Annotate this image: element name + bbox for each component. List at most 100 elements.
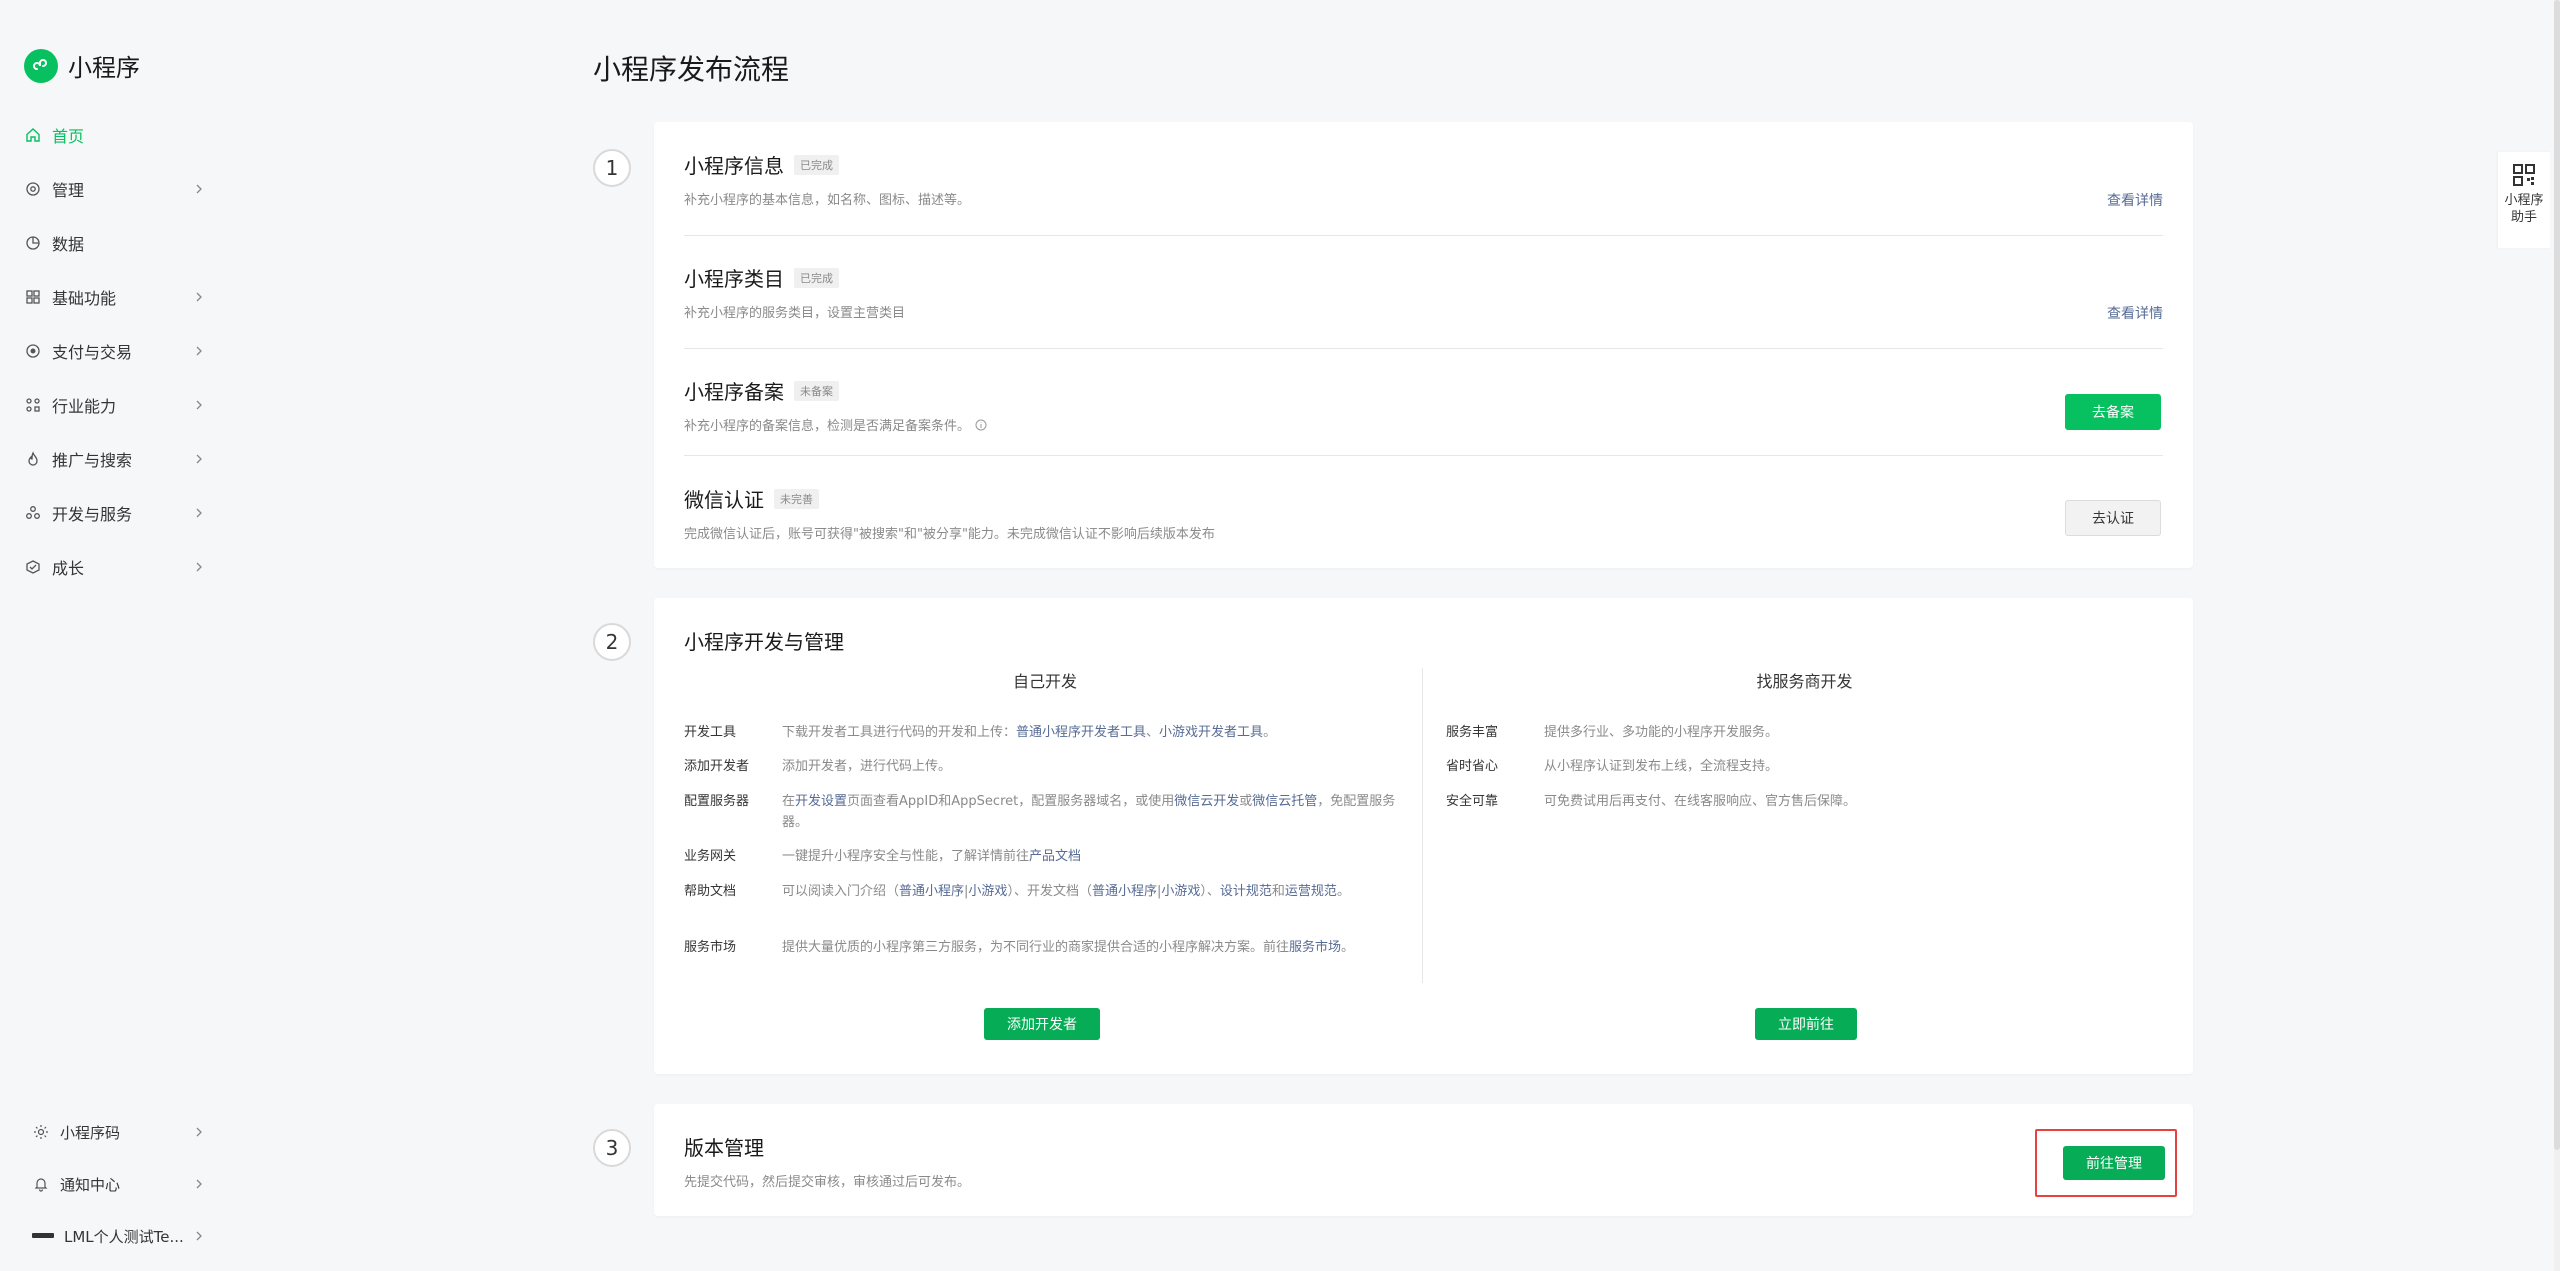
view-details-link[interactable]: 查看详情 [2107, 190, 2163, 210]
chevron-right-icon [196, 1179, 202, 1189]
row-description: 补充小程序的服务类目，设置主营类目 [684, 306, 906, 321]
vendor-dev-column: 找服务商开发 [1446, 668, 2163, 692]
column-heading: 自己开发 [1012, 672, 1077, 691]
row-miniprogram-filing: 小程序备案 未备案 补充小程序的备案信息，检测是否满足备案条件。 [684, 376, 2163, 436]
link-design-spec[interactable]: 设计规范 [1220, 884, 1272, 899]
row-title: 小程序信息 [684, 154, 784, 178]
row-description: 补充小程序的基本信息，如名称、图标、描述等。 [684, 193, 971, 208]
step-number-3: 3 [593, 1129, 631, 1167]
sidebar: 小程序 首页 管理 数据 基础功能 支付与交易 行业能力 推广与搜索 开发与服务… [0, 0, 232, 1271]
row-title: 版本管理 [684, 1136, 764, 1160]
kv-dev-tools: 开发工具 下载开发者工具进行代码的开发和上传：普通小程序开发者工具、小游戏开发者… [684, 725, 1277, 740]
link-intro-miniprogram[interactable]: 普通小程序 [899, 884, 964, 899]
divider [684, 455, 2163, 456]
link-cloud-dev[interactable]: 微信云开发 [1174, 794, 1239, 809]
card-title: 小程序开发与管理 [684, 630, 844, 654]
kv-save-time: 省时省心 从小程序认证到发布上线，全流程支持。 [1446, 759, 1779, 774]
kv-help-docs: 帮助文档 可以阅读入门介绍（普通小程序|小游戏）、开发文档（普通小程序|小游戏）… [684, 884, 1350, 899]
dev-icon [24, 504, 42, 522]
link-cloud-hosting[interactable]: 微信云托管 [1252, 794, 1317, 809]
card-dev-management: 小程序开发与管理 自己开发 开发工具 下载开发者工具进行代码的开发和上传：普通小… [654, 598, 2193, 1074]
sidebar-item-dev-services[interactable]: 开发与服务 [24, 486, 204, 540]
add-developer-button[interactable]: 添加开发者 [984, 1008, 1100, 1040]
link-miniprogram-devtools[interactable]: 普通小程序开发者工具 [1016, 725, 1146, 740]
sidebar-item-label: LML个人测试Te... [64, 1227, 184, 1246]
step-number-1: 1 [593, 149, 631, 187]
kv-add-developer: 添加开发者 添加开发者，进行代码上传。 [684, 759, 952, 774]
row-wechat-verification: 微信认证 未完善 完成微信认证后，账号可获得"被搜索"和"被分享"能力。未完成微信… [684, 484, 2163, 544]
account-logo-icon [32, 1227, 54, 1245]
scrollbar-thumb[interactable] [2554, 0, 2560, 1150]
grid-icon [24, 288, 42, 306]
divider [684, 348, 2163, 349]
brand[interactable]: 小程序 [24, 48, 140, 83]
row-miniprogram-info: 小程序信息 已完成 补充小程序的基本信息，如名称、图标、描述等。 查看详情 [684, 150, 2163, 210]
sidebar-item-notifications[interactable]: 通知中心 [32, 1158, 204, 1210]
sidebar-item-home[interactable]: 首页 [24, 108, 204, 162]
scrollbar[interactable] [2554, 0, 2560, 1271]
qr-code-icon [2513, 164, 2535, 186]
sidebar-item-label: 小程序码 [60, 1123, 121, 1142]
chevron-right-icon [196, 292, 202, 302]
self-dev-column: 自己开发 [684, 668, 1406, 692]
flame-icon [24, 450, 42, 468]
sidebar-item-data[interactable]: 数据 [24, 216, 204, 270]
status-badge: 未备案 [794, 380, 839, 401]
page-title: 小程序发布流程 [593, 53, 790, 86]
assistant-label: 小程序助手 [2504, 193, 2544, 225]
sidebar-item-payment[interactable]: 支付与交易 [24, 324, 204, 378]
kv-business-gateway: 业务网关 一键提升小程序安全与性能，了解详情前往产品文档 [684, 849, 1082, 864]
sidebar-item-industry[interactable]: 行业能力 [24, 378, 204, 432]
kv-service-market: 服务市场 提供大量优质的小程序第三方服务，为不同行业的商家提供合适的小程序解决方… [684, 940, 1355, 955]
settings-icon [24, 180, 42, 198]
sidebar-item-promotion[interactable]: 推广与搜索 [24, 432, 204, 486]
miniprogram-assistant[interactable]: 小程序助手 [2498, 152, 2550, 248]
chevron-right-icon [196, 1127, 202, 1137]
column-divider [1422, 668, 1423, 983]
link-operation-spec[interactable]: 运营规范 [1285, 884, 1337, 899]
link-intro-minigame[interactable]: 小游戏 [968, 884, 1007, 899]
sidebar-item-qrcode[interactable]: 小程序码 [32, 1106, 204, 1158]
brand-name: 小程序 [68, 54, 140, 82]
sidebar-nav: 首页 管理 数据 基础功能 支付与交易 行业能力 推广与搜索 开发与服务 成长 [24, 108, 204, 594]
sidebar-item-label: 数据 [52, 235, 85, 254]
home-icon [24, 126, 42, 144]
link-docs-miniprogram[interactable]: 普通小程序 [1092, 884, 1157, 899]
bell-icon [32, 1175, 50, 1193]
link-service-market[interactable]: 服务市场 [1289, 940, 1341, 955]
card-basic-info: 小程序信息 已完成 补充小程序的基本信息，如名称、图标、描述等。 查看详情 小程序… [654, 122, 2193, 568]
chevron-right-icon [196, 346, 202, 356]
row-title: 小程序备案 [684, 380, 784, 404]
go-verify-button[interactable]: 去认证 [2065, 500, 2161, 536]
go-now-button[interactable]: 立即前往 [1755, 1008, 1857, 1040]
row-description: 补充小程序的备案信息，检测是否满足备案条件。 [684, 415, 2163, 434]
sidebar-item-growth[interactable]: 成长 [24, 540, 204, 594]
sidebar-item-manage[interactable]: 管理 [24, 162, 204, 216]
status-badge: 未完善 [774, 488, 819, 509]
sidebar-item-label: 行业能力 [52, 397, 117, 416]
info-icon[interactable] [975, 419, 987, 431]
view-details-link[interactable]: 查看详情 [2107, 303, 2163, 323]
go-filing-button[interactable]: 去备案 [2065, 394, 2161, 430]
row-miniprogram-category: 小程序类目 已完成 补充小程序的服务类目，设置主营类目 查看详情 [684, 263, 2163, 323]
status-badge: 已完成 [794, 267, 839, 288]
sidebar-item-label: 管理 [52, 181, 85, 200]
link-product-docs[interactable]: 产品文档 [1029, 849, 1081, 864]
sidebar-item-basic-features[interactable]: 基础功能 [24, 270, 204, 324]
go-manage-button[interactable]: 前往管理 [2063, 1146, 2165, 1180]
chevron-right-icon [196, 184, 202, 194]
industry-icon [24, 396, 42, 414]
sidebar-item-label: 支付与交易 [52, 343, 133, 362]
link-docs-minigame[interactable]: 小游戏 [1161, 884, 1200, 899]
link-minigame-devtools[interactable]: 小游戏开发者工具 [1159, 725, 1263, 740]
pie-chart-icon [24, 234, 42, 252]
divider [684, 235, 2163, 236]
kv-configure-server: 配置服务器 在开发设置页面查看AppID和AppSecret，配置服务器域名，或… [684, 794, 1396, 830]
sidebar-item-account[interactable]: LML个人测试Te... [32, 1210, 204, 1262]
row-title: 微信认证 [684, 488, 764, 512]
sidebar-item-label: 开发与服务 [52, 505, 133, 524]
sidebar-item-label: 推广与搜索 [52, 451, 133, 470]
sidebar-bottom: 小程序码 通知中心 LML个人测试Te... [32, 1106, 204, 1262]
status-badge: 已完成 [794, 154, 839, 175]
link-dev-settings[interactable]: 开发设置 [795, 794, 847, 809]
